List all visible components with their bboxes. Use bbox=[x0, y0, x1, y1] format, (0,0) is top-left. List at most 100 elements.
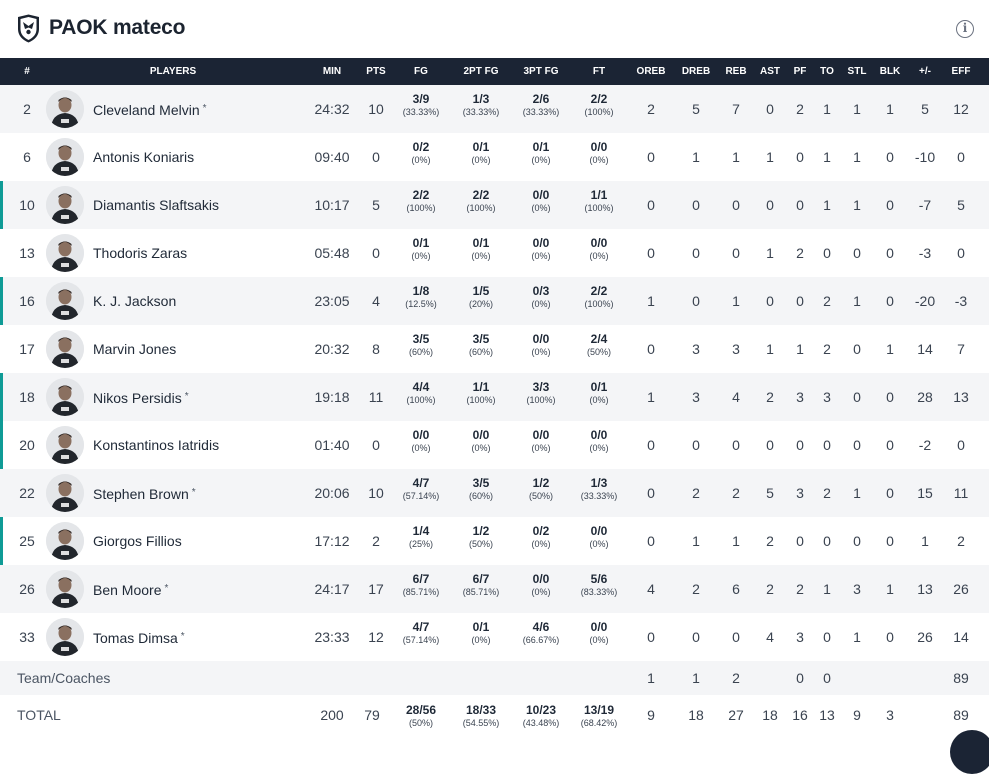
stat-ast: 0 bbox=[766, 437, 774, 453]
player-avatar bbox=[46, 282, 84, 320]
stat-fg: 0/1 (0%) bbox=[411, 236, 431, 261]
stat-eff: 0 bbox=[957, 245, 965, 261]
stat-dreb: 5 bbox=[692, 101, 700, 117]
stat-ast: 2 bbox=[766, 389, 774, 405]
total-oreb: 9 bbox=[647, 707, 655, 723]
table-row[interactable]: 20 Konstantinos Iatridis 01:40 0 0 0 0 0 0 0 0 0 -2 0… bbox=[0, 421, 989, 469]
column-header[interactable]: +/- bbox=[919, 58, 931, 85]
stat-oreb: 0 bbox=[647, 341, 655, 357]
column-header[interactable]: PLAYERS bbox=[150, 58, 196, 85]
total-2pt-fg: 18/33 (54.55%) bbox=[462, 703, 500, 728]
stat-to: 1 bbox=[823, 101, 831, 117]
stat-pf: 2 bbox=[796, 581, 804, 597]
stat-fg: 4/7 (57.14%) bbox=[402, 476, 440, 501]
stat-oreb: 0 bbox=[647, 533, 655, 549]
stat-pf: 0 bbox=[796, 149, 804, 165]
player-name[interactable]: Tomas Dimsa * bbox=[93, 613, 185, 661]
stat-2pt-fg: 6/7 (85.71%) bbox=[462, 572, 500, 597]
chat-fab-button[interactable] bbox=[950, 730, 989, 774]
stat-ft: 0/1 (0%) bbox=[589, 380, 609, 405]
player-name[interactable]: Stephen Brown * bbox=[93, 469, 196, 517]
stat-oreb: 0 bbox=[647, 437, 655, 453]
table-row[interactable]: 13 Thodoris Zaras 05:48 0 0 0 0 1 2 0 0 0 -3 0 0/1 (0%)… bbox=[0, 229, 989, 277]
table-row[interactable]: 25 Giorgos Fillios 17:12 2 0 1 1 2 0 0 0 0 1 2 1/4 (25%… bbox=[0, 517, 989, 565]
table-row[interactable]: 2 Cleveland Melvin * 24:32 10 2 5 7 0 2 1 1 1 5 12 3/9(… bbox=[0, 85, 989, 133]
player-name[interactable]: Giorgos Fillios bbox=[93, 517, 182, 565]
stat-blk: 0 bbox=[886, 437, 894, 453]
stat-ast: 2 bbox=[766, 581, 774, 597]
table-row[interactable]: 17 Marvin Jones 20:32 8 0 3 3 1 1 2 0 1 14 7 3/5 (60%) 3… bbox=[0, 325, 989, 373]
table-row[interactable]: 10 Diamantis Slaftsakis 10:17 5 0 0 0 0 0 1 1 0 -7 5 2… bbox=[0, 181, 989, 229]
player-name[interactable]: Thodoris Zaras bbox=[93, 229, 187, 277]
column-header[interactable]: FG bbox=[414, 58, 428, 85]
total-fg: 28/56 (50%) bbox=[405, 703, 437, 728]
team-pf: 0 bbox=[796, 670, 804, 686]
table-row[interactable]: 33 Tomas Dimsa * 23:33 12 0 0 0 4 3 0 1 0 26 14 4/7 (57.… bbox=[0, 613, 989, 661]
column-header[interactable]: OREB bbox=[637, 58, 666, 85]
team-title: PAOK mateco bbox=[49, 16, 186, 39]
stat-ft: 0/0 (0%) bbox=[589, 428, 609, 453]
column-header[interactable]: BLK bbox=[880, 58, 901, 85]
stat-to: 3 bbox=[823, 389, 831, 405]
player-name-text: Tomas Dimsa bbox=[93, 630, 178, 646]
stat-eff: -3 bbox=[954, 293, 968, 309]
stat-fg: 4/4 (100%) bbox=[406, 380, 436, 405]
column-header[interactable]: # bbox=[24, 58, 30, 85]
stat-min: 19:18 bbox=[314, 389, 350, 405]
column-header[interactable]: PTS bbox=[366, 58, 385, 85]
player-name[interactable]: Diamantis Slaftsakis bbox=[93, 181, 219, 229]
player-name[interactable]: Konstantinos Iatridis bbox=[93, 421, 219, 469]
stat-pm: -10 bbox=[914, 149, 936, 165]
stat-ast: 2 bbox=[766, 533, 774, 549]
column-header[interactable]: 2PT FG bbox=[463, 58, 498, 85]
stat-eff: 5 bbox=[957, 197, 965, 213]
row-accent-bar bbox=[0, 421, 3, 469]
stat-oreb: 0 bbox=[647, 245, 655, 261]
table-row[interactable]: 26 Ben Moore * 24:17 17 4 2 6 2 2 1 3 1 13 26 6/7 (85.71… bbox=[0, 565, 989, 613]
stat-reb: 7 bbox=[732, 101, 740, 117]
stat-3pt-fg: 0/0 (0%) bbox=[531, 332, 551, 357]
stat-pf: 0 bbox=[796, 197, 804, 213]
table-row[interactable]: 22 Stephen Brown * 20:06 10 0 2 2 5 3 2 1 0 15 11 4/7 (5… bbox=[0, 469, 989, 517]
stat-stl: 0 bbox=[853, 533, 861, 549]
player-name[interactable]: K. J. Jackson bbox=[93, 277, 176, 325]
player-name[interactable]: Antonis Koniaris bbox=[93, 133, 194, 181]
column-header[interactable]: FT bbox=[593, 58, 605, 85]
column-header[interactable]: TO bbox=[820, 58, 834, 85]
player-name[interactable]: Ben Moore * bbox=[93, 565, 168, 613]
stat-2pt-fg: 2/2 (100%) bbox=[466, 188, 496, 213]
stat-reb: 0 bbox=[732, 245, 740, 261]
stat-ast: 0 bbox=[766, 293, 774, 309]
stat-2pt-fg: 0/1 (0%) bbox=[471, 140, 491, 165]
stat-blk: 0 bbox=[886, 533, 894, 549]
stat-blk: 0 bbox=[886, 293, 894, 309]
player-name[interactable]: Nikos Persidis * bbox=[93, 373, 189, 421]
table-row[interactable]: 16 K. J. Jackson 23:05 4 1 0 1 0 0 2 1 0 -20 -3 1/8 (12… bbox=[0, 277, 989, 325]
column-header[interactable]: AST bbox=[760, 58, 780, 85]
column-header[interactable]: 3PT FG bbox=[523, 58, 558, 85]
stat-pf: 3 bbox=[796, 389, 804, 405]
player-name[interactable]: Cleveland Melvin * bbox=[93, 85, 207, 133]
stat-dreb: 3 bbox=[692, 389, 700, 405]
info-icon[interactable]: i bbox=[956, 20, 974, 38]
stat-reb: 6 bbox=[732, 581, 740, 597]
player-avatar bbox=[46, 90, 84, 128]
player-name-text: Antonis Koniaris bbox=[93, 149, 195, 165]
stat-ast: 1 bbox=[766, 149, 774, 165]
column-header[interactable]: REB bbox=[725, 58, 746, 85]
player-name[interactable]: Marvin Jones bbox=[93, 325, 176, 373]
column-header[interactable]: EFF bbox=[952, 58, 971, 85]
stat-ft: 2/2 (100%) bbox=[584, 92, 614, 117]
column-header[interactable]: DREB bbox=[682, 58, 710, 85]
stat-min: 20:32 bbox=[314, 341, 350, 357]
stat-to: 2 bbox=[823, 293, 831, 309]
starter-marker: * bbox=[191, 487, 196, 498]
total-min: 200 bbox=[320, 707, 344, 723]
starter-marker: * bbox=[202, 103, 207, 114]
column-header[interactable]: MIN bbox=[323, 58, 341, 85]
column-header[interactable]: PF bbox=[794, 58, 807, 85]
column-header[interactable]: STL bbox=[848, 58, 867, 85]
table-row[interactable]: 6 Antonis Koniaris 09:40 0 0 1 1 1 0 1 1 0 -10 0 0/2 (0… bbox=[0, 133, 989, 181]
stat-oreb: 0 bbox=[647, 149, 655, 165]
table-row[interactable]: 18 Nikos Persidis * 19:18 11 1 3 4 2 3 3 0 0 28 13 4/4(… bbox=[0, 373, 989, 421]
